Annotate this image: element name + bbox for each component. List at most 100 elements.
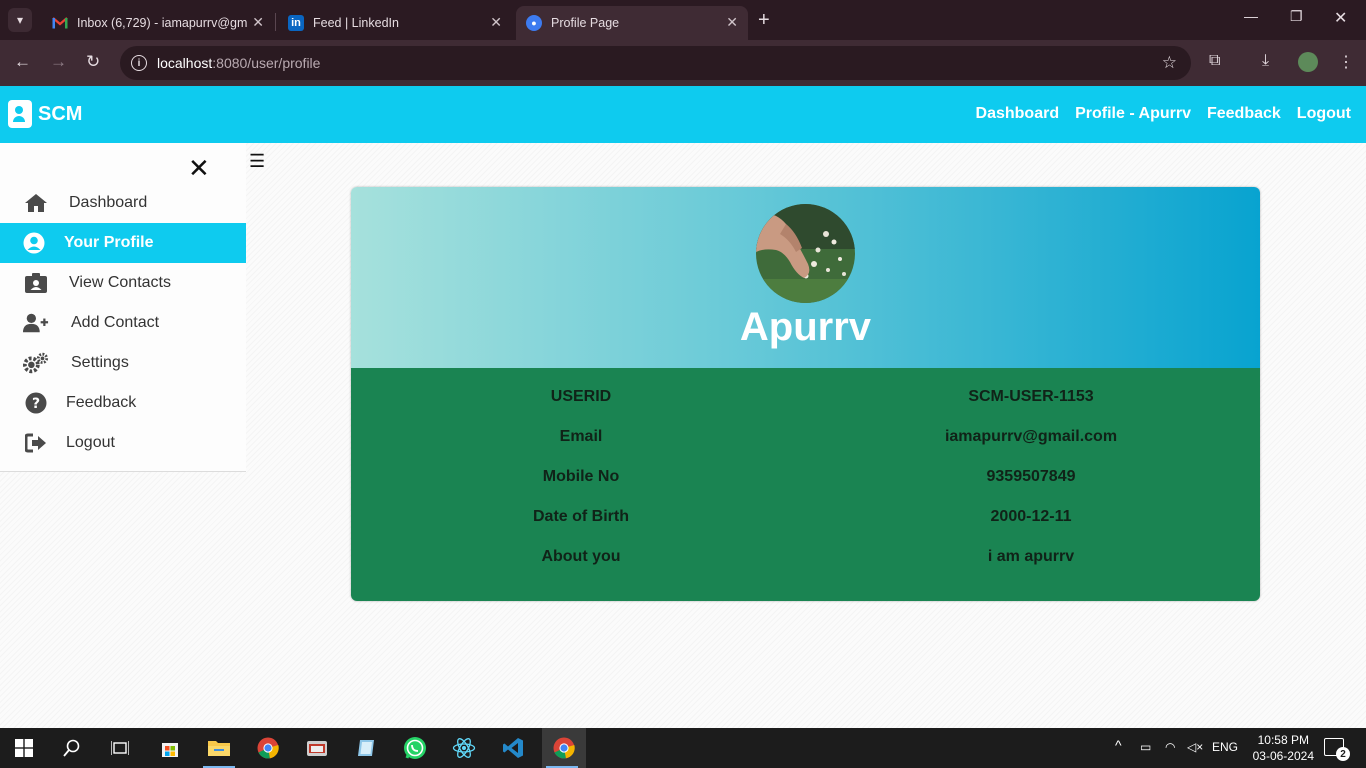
tab-linkedin[interactable]: in Feed | LinkedIn ✕	[278, 6, 512, 40]
forward-icon[interactable]: →	[50, 52, 67, 72]
remote-desktop-icon[interactable]	[297, 728, 337, 768]
tab-search-button[interactable]: ▾	[8, 8, 32, 32]
profile-row-userid: USERID SCM-USER-1153	[351, 388, 1260, 412]
sidebar-item-feedback[interactable]: ? Feedback	[0, 383, 246, 423]
site-info-icon[interactable]: i	[131, 55, 147, 71]
hamburger-menu-icon[interactable]: ☰	[249, 151, 265, 172]
chevron-up-icon[interactable]: ^	[1115, 737, 1122, 753]
sidebar: ✕ Dashboard Your Profile View Contacts A…	[0, 143, 246, 472]
taskbar: ^ ▭ ◠ ◁× ENG 10:58 PM 03-06-2024 2	[0, 728, 1366, 768]
close-icon[interactable]: ✕	[188, 155, 210, 181]
clock-date: 03-06-2024	[1252, 749, 1314, 763]
profile-icon: ●	[526, 15, 542, 31]
sidebar-item-logout[interactable]: Logout	[0, 423, 246, 463]
new-tab-button[interactable]: +	[758, 9, 770, 32]
profile-row-email: Email iamapurrv@gmail.com	[351, 428, 1260, 452]
sidebar-item-label: Settings	[71, 354, 129, 371]
window-close-icon[interactable]: ✕	[1334, 8, 1347, 28]
nav-feedback-link[interactable]: Feedback	[1207, 105, 1281, 123]
tab-divider	[275, 13, 276, 31]
sidebar-item-label: Logout	[66, 434, 115, 451]
avatar[interactable]	[1298, 52, 1318, 72]
vscode-icon[interactable]	[493, 728, 533, 768]
navbar-links: Dashboard Profile - Apurrv Feedback Logo…	[976, 105, 1351, 123]
home-icon	[23, 191, 49, 215]
store-icon[interactable]	[150, 728, 190, 768]
tab-title: Profile Page	[551, 16, 620, 30]
profile-row-dob: Date of Birth 2000-12-11	[351, 508, 1260, 532]
question-icon: ?	[23, 391, 49, 415]
nav-dashboard-link[interactable]: Dashboard	[976, 105, 1060, 123]
logout-icon	[23, 431, 49, 455]
sidebar-item-dashboard[interactable]: Dashboard	[0, 183, 246, 223]
volume-muted-icon[interactable]: ◁×	[1187, 740, 1203, 754]
sidebar-item-label: Add Contact	[71, 314, 160, 331]
brand[interactable]: SCM	[8, 100, 82, 128]
chrome-icon[interactable]	[248, 728, 288, 768]
tab-title: Inbox (6,729) - iamapurrv@gma	[77, 16, 247, 30]
extensions-icon[interactable]: ⧉	[1209, 52, 1220, 70]
react-devtools-icon[interactable]	[444, 728, 484, 768]
tab-title: Feed | LinkedIn	[313, 16, 399, 30]
profile-card: Apurrv USERID SCM-USER-1153 Email iamapu…	[351, 187, 1260, 601]
profile-avatar	[756, 204, 855, 303]
close-icon[interactable]: ✕	[490, 14, 502, 31]
nav-logout-link[interactable]: Logout	[1297, 105, 1351, 123]
chrome-active-icon[interactable]	[542, 728, 586, 768]
close-icon[interactable]: ✕	[726, 14, 738, 31]
field-label: Date of Birth	[533, 508, 629, 525]
battery-icon[interactable]: ▭	[1140, 740, 1151, 754]
profile-name: Apurrv	[739, 305, 872, 349]
field-value: i am apurrv	[987, 548, 1075, 565]
url-host: localhost	[157, 55, 213, 71]
sidebar-item-your-profile[interactable]: Your Profile	[0, 223, 246, 263]
back-icon[interactable]: ←	[14, 52, 31, 72]
search-icon[interactable]	[52, 728, 92, 768]
download-icon[interactable]: ⤓	[1262, 52, 1269, 70]
tab-profile-page[interactable]: ● Profile Page ✕	[516, 6, 748, 40]
field-label: Email	[559, 428, 603, 445]
field-value: iamapurrv@gmail.com	[944, 428, 1118, 445]
bookmark-star-icon[interactable]: ☆	[1162, 53, 1177, 73]
sidebar-item-add-contact[interactable]: Add Contact	[0, 303, 246, 343]
user-plus-icon	[23, 311, 49, 335]
file-explorer-icon[interactable]	[199, 728, 239, 768]
notifications-icon[interactable]: 2	[1324, 738, 1350, 761]
profile-card-header: Apurrv	[351, 187, 1260, 368]
notes-app-icon[interactable]	[346, 728, 386, 768]
profile-row-about: About you i am apurrv	[351, 548, 1260, 572]
sidebar-item-label: Your Profile	[64, 234, 154, 251]
windows-start-icon[interactable]	[4, 728, 44, 768]
notification-count: 2	[1336, 747, 1350, 761]
whatsapp-icon[interactable]	[395, 728, 435, 768]
sidebar-item-label: Dashboard	[69, 194, 148, 211]
clock[interactable]: 10:58 PM 03-06-2024	[1253, 732, 1314, 764]
field-label: About you	[541, 548, 621, 565]
minimize-icon[interactable]: —	[1244, 8, 1258, 24]
page-content: ✕ Dashboard Your Profile View Contacts A…	[0, 143, 1366, 728]
gears-icon	[23, 351, 49, 375]
profile-row-mobile: Mobile No 9359507849	[351, 468, 1260, 492]
wifi-icon[interactable]: ◠	[1165, 740, 1175, 754]
clock-time: 10:58 PM	[1257, 733, 1309, 747]
close-icon[interactable]: ✕	[252, 14, 264, 31]
sidebar-item-label: Feedback	[66, 394, 137, 411]
task-view-icon[interactable]	[100, 728, 140, 768]
sidebar-item-label: View Contacts	[69, 274, 171, 291]
contact-book-icon	[8, 100, 32, 128]
menu-kebab-icon[interactable]: ⋮	[1338, 52, 1354, 72]
svg-text:?: ?	[32, 396, 40, 412]
nav-profile-link[interactable]: Profile - Apurrv	[1075, 105, 1191, 123]
sidebar-item-settings[interactable]: Settings	[0, 343, 246, 383]
address-bar[interactable]: i localhost:8080/user/profile ☆	[120, 46, 1191, 80]
language-indicator[interactable]: ENG	[1212, 740, 1238, 754]
sidebar-item-view-contacts[interactable]: View Contacts	[0, 263, 246, 303]
linkedin-icon: in	[288, 15, 304, 31]
reload-icon[interactable]: ↻	[86, 52, 100, 72]
tab-gmail[interactable]: Inbox (6,729) - iamapurrv@gma ✕	[42, 6, 274, 40]
field-label: USERID	[550, 388, 612, 405]
field-value: 9359507849	[986, 468, 1076, 485]
brand-name: SCM	[38, 102, 83, 125]
gmail-icon	[52, 15, 68, 31]
restore-icon[interactable]: ❐	[1290, 8, 1303, 25]
